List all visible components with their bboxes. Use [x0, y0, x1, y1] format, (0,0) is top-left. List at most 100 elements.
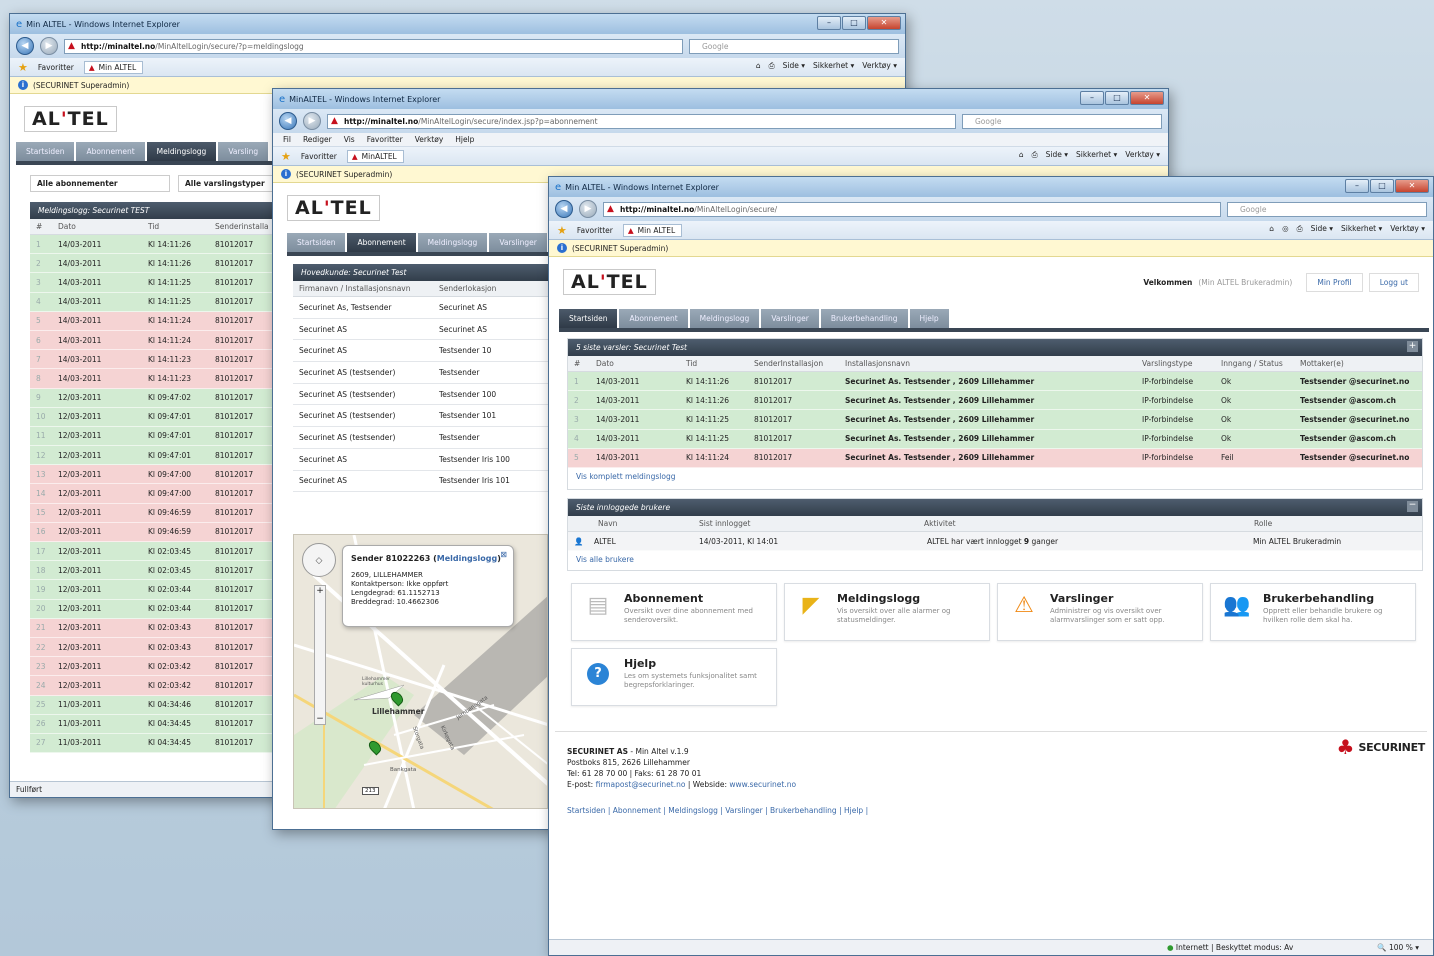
- url-field[interactable]: ▲ http://minaltel.no/MinAltelLogin/secure…: [603, 201, 1221, 217]
- table-row[interactable]: 1 14/03-2011 Kl 14:11:26 81012017 Securinet …: [568, 372, 1422, 392]
- altel-logo[interactable]: AL'TEL: [24, 106, 117, 132]
- tab-startsiden[interactable]: Startsiden: [559, 309, 618, 328]
- favorites-star-icon[interactable]: ★: [18, 61, 28, 74]
- footer-link-hjelp[interactable]: Hjelp: [844, 806, 863, 815]
- forward-button[interactable]: ▶: [303, 112, 321, 130]
- min-profil-button[interactable]: Min Profil: [1306, 272, 1363, 292]
- window-title-bar[interactable]: e Min ALTEL - Windows Internet Explorer …: [10, 14, 905, 34]
- close-button[interactable]: ✕: [1130, 91, 1164, 105]
- table-row[interactable]: Securinet AS (testsender) Testsender 100: [293, 384, 548, 406]
- browser-window-startsiden[interactable]: e Min ALTEL - Windows Internet Explorer …: [548, 176, 1434, 956]
- zoom-in-icon[interactable]: +: [315, 586, 325, 596]
- browser-tab[interactable]: ▲ Min ALTEL: [83, 60, 144, 74]
- card-abonnement[interactable]: ▤ Abonnement Oversikt over dine abonneme…: [571, 583, 777, 642]
- table-row[interactable]: Securinet AS (testsender) Testsender: [293, 427, 548, 449]
- maximize-button[interactable]: □: [1370, 179, 1394, 193]
- url-field[interactable]: ▲ http://minaltel.no/MinAltelLogin/secure…: [64, 38, 683, 54]
- print-icon[interactable]: ⎙: [1297, 224, 1303, 234]
- footer-link-abonnement[interactable]: Abonnement: [613, 806, 661, 815]
- window-title-bar[interactable]: e Min ALTEL - Windows Internet Explorer …: [549, 177, 1433, 197]
- securinet-logo[interactable]: ♣ SECURINET: [1337, 737, 1426, 757]
- menu-fil[interactable]: Fil: [283, 135, 291, 144]
- table-row[interactable]: Securinet AS Testsender Iris 100: [293, 449, 548, 471]
- map[interactable]: ◇ + − Sender 81022263 (Meldingslogg) ⊠ 2…: [293, 534, 548, 809]
- maximize-button[interactable]: □: [842, 16, 866, 30]
- card-brukerbehandling[interactable]: 👥 Brukerbehandling Opprett eller behandl…: [1210, 583, 1416, 642]
- tab-startsiden[interactable]: Startsiden: [287, 233, 346, 252]
- back-button[interactable]: ◀: [555, 200, 573, 218]
- card-varslinger[interactable]: ⚠ Varslinger Administrer og vis oversikt…: [997, 583, 1203, 642]
- search-input[interactable]: Google: [689, 38, 899, 54]
- side-menu[interactable]: Side ▾: [783, 61, 805, 71]
- email-link[interactable]: firmapost@securinet.no: [596, 780, 686, 789]
- search-input[interactable]: Google: [1227, 201, 1427, 217]
- subscription-filter[interactable]: Alle abonnementer: [30, 175, 170, 192]
- maximize-button[interactable]: □: [1105, 91, 1129, 105]
- tab-abonnement[interactable]: Abonnement: [347, 233, 416, 252]
- security-menu[interactable]: Sikkerhet ▾: [1341, 224, 1382, 234]
- tab-varslinger[interactable]: Varsling: [218, 142, 269, 161]
- favorites-star-icon[interactable]: ★: [281, 150, 291, 163]
- user-row[interactable]: 👤 ALTEL 14/03-2011, Kl 14:01 ALTEL har v…: [568, 531, 1422, 552]
- footer-link-startsiden[interactable]: Startsiden: [567, 806, 605, 815]
- table-row[interactable]: 4 14/03-2011 Kl 14:11:25 81012017 Securinet …: [568, 429, 1422, 449]
- tab-meldingslogg[interactable]: Meldingslogg: [146, 142, 217, 161]
- zoom-level[interactable]: 🔍 100 % ▾: [1377, 943, 1419, 952]
- favorites-button[interactable]: Favoritter: [38, 63, 74, 72]
- popup-meldingslogg-link[interactable]: Meldingslogg: [437, 554, 497, 563]
- web-link[interactable]: www.securinet.no: [729, 780, 796, 789]
- table-row[interactable]: Securinet AS Testsender 10: [293, 340, 548, 363]
- table-row[interactable]: Securinet AS (testsender) Testsender 101: [293, 405, 548, 428]
- favorites-button[interactable]: Favoritter: [577, 226, 613, 235]
- close-button[interactable]: ✕: [1395, 179, 1429, 193]
- table-row[interactable]: Securinet AS (testsender) Testsender: [293, 362, 548, 384]
- table-row[interactable]: Securinet AS Testsender Iris 101: [293, 471, 548, 493]
- altel-logo[interactable]: AL'TEL: [563, 269, 656, 295]
- menu-favoritter[interactable]: Favoritter: [367, 135, 403, 144]
- table-row[interactable]: 3 14/03-2011 Kl 14:11:25 81012017 Securinet …: [568, 410, 1422, 430]
- favorites-button[interactable]: Favoritter: [301, 152, 337, 161]
- tab-varslinger[interactable]: Varslinger: [489, 233, 547, 252]
- full-log-link[interactable]: Vis komplett meldingslogg: [568, 468, 1422, 489]
- tab-startsiden[interactable]: Startsiden: [16, 142, 75, 161]
- altel-logo[interactable]: AL'TEL: [287, 195, 380, 221]
- tools-menu[interactable]: Verktøy ▾: [862, 61, 897, 71]
- table-row[interactable]: 5 14/03-2011 Kl 14:11:24 81012017 Securinet …: [568, 448, 1422, 468]
- all-users-link[interactable]: Vis alle brukere: [568, 551, 1422, 570]
- back-button[interactable]: ◀: [16, 37, 34, 55]
- search-input[interactable]: Google: [962, 113, 1162, 129]
- tab-brukerbehandling[interactable]: Brukerbehandling: [820, 309, 908, 328]
- security-menu[interactable]: Sikkerhet ▾: [1076, 150, 1117, 160]
- tab-abonnement[interactable]: Abonnement: [76, 142, 145, 161]
- print-icon[interactable]: ⎙: [769, 61, 775, 71]
- footer-link-brukerbehandling[interactable]: Brukerbehandling: [770, 806, 837, 815]
- menu-vis[interactable]: Vis: [344, 135, 355, 144]
- popup-close-icon[interactable]: ⊠: [500, 550, 507, 559]
- table-row[interactable]: 2 14/03-2011 Kl 14:11:26 81012017 Securinet …: [568, 391, 1422, 411]
- footer-link-varslinger[interactable]: Varslinger: [725, 806, 763, 815]
- minimize-button[interactable]: –: [817, 16, 841, 30]
- map-zoom-slider[interactable]: + −: [314, 585, 326, 725]
- tab-abonnement[interactable]: Abonnement: [619, 309, 688, 328]
- favorites-star-icon[interactable]: ★: [557, 224, 567, 237]
- home-icon[interactable]: ⌂: [1019, 150, 1024, 160]
- url-field[interactable]: ▲ http://minaltel.no/MinAltelLogin/secure…: [327, 113, 956, 129]
- home-icon[interactable]: ⌂: [756, 61, 761, 71]
- minimize-button[interactable]: –: [1080, 91, 1104, 105]
- tools-menu[interactable]: Verktøy ▾: [1125, 150, 1160, 160]
- table-row[interactable]: Securinet AS Securinet AS: [293, 319, 548, 341]
- minimize-button[interactable]: –: [1345, 179, 1369, 193]
- browser-tab[interactable]: ▲ Min ALTEL: [622, 223, 683, 237]
- card-meldingslogg[interactable]: ◤ Meldingslogg Vis oversikt over alle al…: [784, 583, 990, 642]
- tab-varslinger[interactable]: Varslinger: [761, 309, 819, 328]
- tab-meldingslogg[interactable]: Meldingslogg: [417, 233, 488, 252]
- tools-menu[interactable]: Verktøy ▾: [1390, 224, 1425, 234]
- back-button[interactable]: ◀: [279, 112, 297, 130]
- close-button[interactable]: ✕: [867, 16, 901, 30]
- window-title-bar[interactable]: e MinALTEL - Windows Internet Explorer –…: [273, 89, 1168, 109]
- footer-link-meldingslogg[interactable]: Meldingslogg: [668, 806, 718, 815]
- collapse-icon[interactable]: −: [1407, 500, 1418, 512]
- expand-icon[interactable]: +: [1407, 341, 1418, 352]
- table-row[interactable]: Securinet As, Testsender Securinet AS: [293, 297, 548, 319]
- rss-icon[interactable]: ◎: [1282, 224, 1289, 234]
